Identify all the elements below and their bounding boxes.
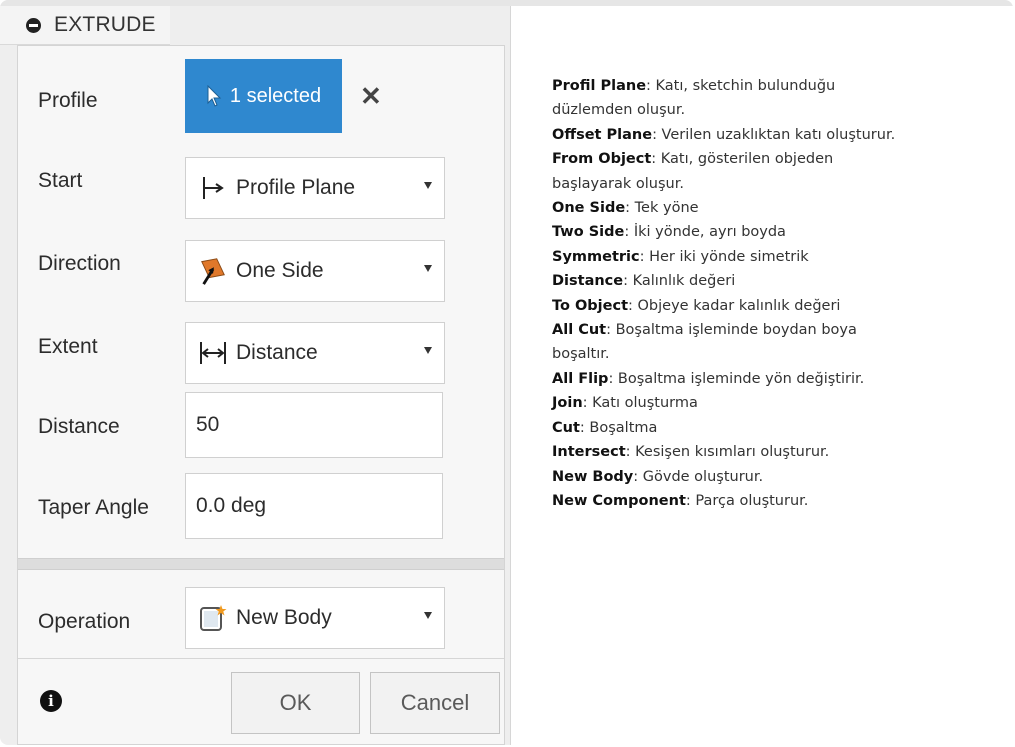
description-line: Join: Katı oluşturma [552, 395, 698, 412]
description-line: All Flip: Boşaltma işleminde yön değişti… [552, 370, 865, 387]
description-line: başlayarak oluşur. [552, 175, 684, 192]
direction-dropdown[interactable]: One Side [185, 240, 445, 302]
dialog-title: EXTRUDE [54, 13, 156, 36]
extent-value: Distance [236, 341, 318, 364]
description-line: boşaltır. [552, 346, 610, 363]
close-icon[interactable]: ✕ [360, 81, 382, 112]
description-line: To Object: Objeye kadar kalınlık değeri [552, 297, 841, 314]
operation-value: New Body [236, 606, 332, 629]
description-line: Symmetric: Her iki yönde simetrik [552, 248, 809, 265]
operation-label: Operation [38, 610, 131, 633]
description-line: New Body: Gövde oluşturur. [552, 468, 764, 485]
start-dropdown[interactable]: Profile Plane [185, 157, 445, 219]
description-line: Intersect: Kesişen kısımları oluşturur. [552, 444, 830, 461]
profile-select-button[interactable]: 1 selected [185, 59, 342, 133]
start-value: Profile Plane [236, 176, 356, 199]
cancel-button[interactable]: Cancel [370, 672, 500, 734]
start-label: Start [38, 169, 83, 192]
footer-divider [18, 658, 504, 659]
description-line: düzlemden oluşur. [552, 102, 686, 119]
chevron-down-icon [424, 347, 432, 354]
new-body-icon [198, 603, 228, 633]
taper-angle-input[interactable]: 0.0 deg [185, 473, 443, 539]
description-line: Distance: Kalınlık değeri [552, 273, 736, 290]
screenshot-frame: EXTRUDE Profile 1 selected ✕ Start Profi… [0, 0, 1013, 745]
cursor-icon [207, 85, 222, 107]
ok-button[interactable]: OK [231, 672, 360, 734]
operation-dropdown[interactable]: New Body [185, 587, 445, 649]
extent-dropdown[interactable]: Distance [185, 322, 445, 384]
description-line: From Object: Katı, gösterilen objeden [552, 151, 834, 168]
description-line: One Side: Tek yöne [552, 200, 699, 217]
distance-icon [198, 338, 228, 368]
dialog-header[interactable]: EXTRUDE [0, 6, 170, 45]
direction-label: Direction [38, 252, 121, 275]
description-line: Profil Plane: Katı, sketchin bulunduğu [552, 78, 836, 94]
description-line: All Cut: Boşaltma işleminde boydan boya [552, 322, 857, 339]
description-list: Profil Plane: Katı, sketchin bulunduğu d… [552, 74, 1007, 513]
profile-plane-icon [198, 173, 228, 203]
one-side-icon [198, 256, 228, 286]
description-line: Two Side: İki yönde, ayrı boyda [552, 224, 786, 241]
profile-selected-count: 1 selected [229, 84, 322, 107]
distance-input[interactable]: 50 [185, 392, 443, 458]
profile-label: Profile [38, 89, 98, 112]
section-divider [18, 558, 504, 570]
chevron-down-icon [424, 265, 432, 272]
taper-angle-label: Taper Angle [38, 496, 149, 519]
taper-angle-value: 0.0 deg [196, 494, 267, 517]
direction-value: One Side [236, 259, 324, 282]
description-line: Offset Plane: Verilen uzaklıktan katı ol… [552, 126, 896, 143]
extent-label: Extent [38, 335, 98, 358]
info-icon[interactable]: i [40, 690, 62, 712]
chevron-down-icon [424, 182, 432, 189]
extrude-panel: Profile 1 selected ✕ Start Profile Plane… [17, 45, 505, 745]
description-line: Cut: Boşaltma [552, 419, 658, 436]
chevron-down-icon [424, 612, 432, 619]
description-line: New Component: Parça oluşturur. [552, 492, 809, 509]
collapse-icon[interactable] [26, 17, 41, 33]
distance-label: Distance [38, 415, 120, 438]
distance-value: 50 [196, 413, 220, 436]
